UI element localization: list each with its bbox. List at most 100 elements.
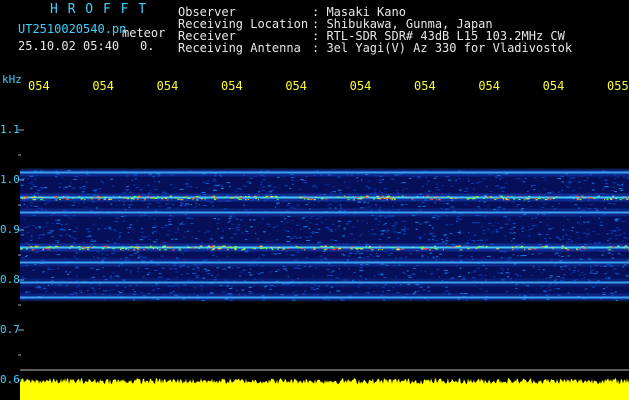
band-hotspot — [606, 197, 609, 199]
band-hotspot — [153, 246, 157, 248]
band-hotspot — [515, 246, 517, 248]
noise-pixel — [300, 179, 304, 181]
noise-pixel — [234, 190, 238, 192]
band-hotspot — [176, 246, 178, 248]
noise-pixel — [56, 222, 61, 224]
band-hotspot — [494, 198, 497, 200]
noise-pixel — [522, 226, 525, 228]
band-hotspot — [612, 195, 615, 197]
noise-pixel — [246, 233, 250, 235]
noise-pixel — [493, 276, 495, 278]
band-hotspot — [353, 198, 355, 200]
noise-pixel — [365, 185, 369, 187]
noise-pixel — [103, 257, 105, 259]
band-hotspot — [186, 195, 188, 197]
noise-pixel — [416, 204, 419, 206]
band-hotspot — [507, 195, 510, 197]
noise-pixel — [403, 230, 406, 232]
noise-pixel — [73, 178, 78, 180]
noise-pixel — [605, 183, 608, 185]
band-hotspot — [541, 246, 543, 248]
noise-pixel — [109, 229, 113, 231]
noise-pixel — [309, 217, 312, 219]
noise-pixel — [131, 179, 134, 181]
band-hotspot — [98, 197, 101, 199]
band-hotspot — [297, 246, 299, 248]
noise-pixel — [190, 203, 193, 205]
band-hotspot — [394, 199, 396, 201]
band-hotspot — [112, 248, 115, 250]
band-hotspot — [435, 248, 439, 250]
noise-pixel — [58, 183, 62, 185]
noise-pixel — [285, 230, 289, 232]
band-hotspot — [429, 198, 432, 200]
noise-pixel — [403, 233, 406, 235]
x-tick-label: 0550 — [607, 79, 629, 93]
noise-pixel — [301, 217, 306, 219]
band-hotspot — [139, 196, 143, 198]
noise-pixel — [56, 241, 59, 243]
y-axis-unit: kHz — [2, 73, 22, 86]
band-hotspot — [545, 245, 548, 247]
noise-pixel — [25, 242, 29, 244]
noise-pixel — [127, 231, 130, 233]
noise-pixel — [277, 253, 282, 255]
x-tick-label: 054 — [285, 79, 308, 93]
noise-pixel — [423, 222, 425, 224]
noise-pixel — [368, 292, 370, 294]
band-hotspot — [561, 245, 564, 247]
noise-pixel — [368, 180, 372, 182]
band-hotspot — [55, 245, 58, 247]
noise-pixel — [274, 270, 278, 272]
band-hotspot — [612, 246, 615, 248]
noise-pixel — [395, 257, 397, 259]
band-hotspot — [118, 196, 121, 198]
noise-pixel — [268, 191, 273, 193]
noise-pixel — [127, 204, 130, 206]
noise-pixel — [73, 201, 76, 203]
noise-pixel — [608, 229, 613, 231]
noise-pixel — [553, 288, 558, 290]
noise-pixel — [248, 286, 252, 288]
band-hotspot — [404, 195, 407, 197]
noise-pixel — [520, 242, 525, 244]
noise-pixel — [131, 228, 135, 230]
noise-pixel — [201, 288, 203, 290]
band-hotspot — [156, 248, 159, 250]
noise-pixel — [130, 254, 134, 256]
band-hotspot — [597, 195, 600, 197]
noise-pixel — [460, 218, 462, 220]
noise-pixel — [98, 217, 102, 219]
noise-pixel — [615, 273, 620, 275]
band-hotspot — [45, 246, 49, 248]
noise-pixel — [530, 274, 534, 276]
noise-pixel — [622, 266, 625, 268]
noise-pixel — [70, 182, 72, 184]
noise-pixel — [161, 267, 165, 269]
band-hotspot — [555, 196, 558, 198]
noise-pixel — [196, 266, 199, 268]
noise-pixel — [172, 216, 175, 218]
band-hotspot — [277, 199, 279, 201]
noise-pixel — [397, 237, 399, 239]
noise-pixel — [365, 242, 368, 244]
band-hotspot — [531, 247, 534, 249]
noise-pixel — [541, 206, 545, 208]
band-hotspot — [93, 246, 96, 248]
noise-pixel — [505, 217, 508, 219]
noise-pixel — [60, 229, 65, 231]
noise-pixel — [228, 186, 231, 188]
noise-pixel — [478, 181, 483, 183]
band-hotspot — [126, 198, 130, 200]
noise-pixel — [43, 187, 48, 189]
noise-pixel — [396, 190, 399, 192]
noise-pixel — [612, 182, 617, 184]
noise-pixel — [562, 224, 565, 226]
noise-pixel — [491, 231, 496, 233]
band-hotspot — [97, 195, 100, 197]
noise-pixel — [228, 218, 232, 220]
noise-pixel — [241, 289, 245, 291]
noise-pixel — [468, 232, 470, 234]
noise-pixel — [514, 273, 518, 275]
noise-pixel — [311, 186, 315, 188]
